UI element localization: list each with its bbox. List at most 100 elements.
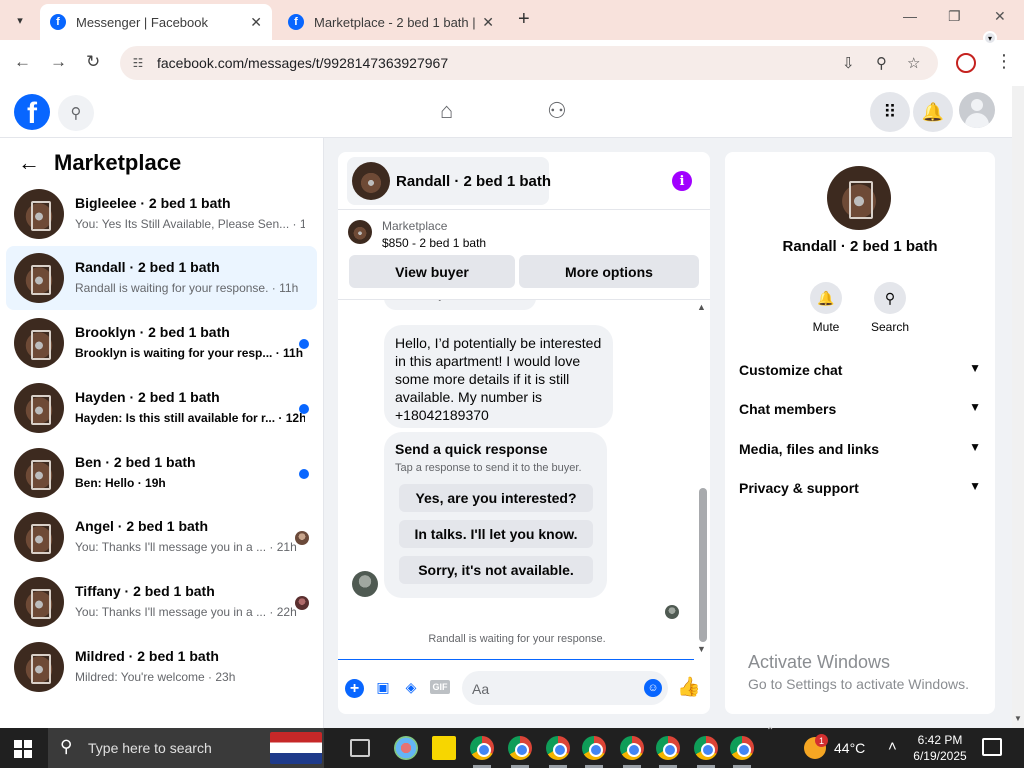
sticker-icon[interactable]: ◈ [401, 677, 421, 697]
back-arrow-icon[interactable]: ← [18, 150, 40, 176]
reload-icon[interactable]: ↻ [86, 52, 100, 72]
quick-response-option[interactable]: Yes, are you interested? [399, 484, 593, 512]
back-arrow-icon[interactable]: ← [14, 52, 31, 72]
taskbar-search-box[interactable]: ⚲ Type here to search [48, 728, 324, 768]
emoji-icon[interactable]: ☺ [644, 679, 662, 697]
thumbs-up-icon[interactable]: 👍 [677, 677, 701, 698]
conversation-item[interactable]: Angel · 2 bed 1 bath You: Thanks I'll me… [6, 505, 317, 569]
chrome-icon[interactable] [582, 736, 606, 760]
listing-price-title[interactable]: $850 - 2 bed 1 bath [382, 236, 486, 250]
mute-action[interactable]: 🔔 Mute [796, 282, 856, 334]
notifications-icon[interactable]: 🔔 [913, 92, 953, 132]
site-settings-icon[interactable]: ☷ [128, 53, 148, 73]
close-tab-icon[interactable]: ✕ [250, 14, 262, 31]
conversation-name: Mildred · 2 bed 1 bath [75, 648, 219, 664]
search-icon[interactable]: ⚲ [874, 282, 906, 314]
conversation-item[interactable]: Brooklyn · 2 bed 1 bath Brooklyn is wait… [6, 311, 317, 375]
url-text[interactable]: facebook.com/messages/t/9928147363927967 [157, 55, 448, 71]
page-scrollbar[interactable]: ▼ [1012, 86, 1024, 728]
tab-search-chevron-icon[interactable]: ▾ [8, 8, 32, 32]
scrollbar-thumb[interactable] [699, 488, 707, 642]
quick-response-option[interactable]: Sorry, it's not available. [399, 556, 593, 584]
sender-avatar [352, 571, 378, 597]
tab-marketplace[interactable]: f Marketplace - 2 bed 1 bath | Fa ✕ [278, 4, 504, 40]
conversation-item-selected[interactable]: Randall · 2 bed 1 bath Randall is waitin… [6, 246, 317, 310]
conversation-item[interactable]: Bigleelee · 2 bed 1 bath You: Yes Its St… [6, 182, 317, 246]
taskbar-scroll-up-icon[interactable]: ⌃ [766, 726, 774, 737]
customize-chat-section[interactable]: Customize chat ▼ [739, 361, 981, 382]
task-view-icon[interactable] [350, 739, 370, 757]
plus-icon[interactable]: + [345, 679, 364, 698]
minimize-button[interactable]: — [903, 8, 917, 24]
scroll-down-arrow-icon[interactable]: ▼ [1014, 714, 1022, 723]
scroll-down-arrow-icon[interactable]: ▼ [697, 644, 706, 654]
tab-messenger[interactable]: f Messenger | Facebook ✕ [40, 4, 272, 40]
quick-response-option[interactable]: In talks. I'll let you know. [399, 520, 593, 548]
account-chevron-icon[interactable]: ▾ [983, 31, 997, 45]
listing-thumbnail [14, 189, 64, 239]
conversation-item[interactable]: Mildred · 2 bed 1 bath Mildred: You're w… [6, 635, 317, 699]
scroll-up-arrow-icon[interactable]: ▲ [697, 302, 706, 312]
conversation-item[interactable]: Tiffany · 2 bed 1 bath You: Thanks I'll … [6, 570, 317, 634]
search-icon[interactable]: ⚲ [58, 95, 94, 131]
gif-icon[interactable]: GIF [430, 680, 450, 694]
weather-icon[interactable]: 1 [804, 734, 828, 759]
chrome-icon[interactable] [470, 736, 494, 760]
conversation-item[interactable]: Hayden · 2 bed 1 bath Hayden: Is this st… [6, 376, 317, 440]
browser-menu-icon[interactable]: ⋮ [995, 51, 1013, 72]
new-tab-button[interactable]: + [518, 8, 530, 31]
more-options-button[interactable]: More options [519, 255, 699, 288]
bookmark-star-icon[interactable]: ☆ [907, 54, 920, 72]
chat-scrollbar[interactable]: ▲ ▼ [694, 300, 710, 656]
seen-avatar-icon [295, 596, 309, 610]
sidebar-title: Marketplace [54, 150, 182, 175]
chrome-icon[interactable] [620, 736, 644, 760]
photo-icon[interactable]: ▣ [373, 677, 393, 697]
message-input[interactable]: Aa ☺ [462, 671, 668, 705]
chrome-icon[interactable] [694, 736, 718, 760]
close-tab-icon[interactable]: ✕ [482, 14, 494, 31]
notification-center-icon[interactable] [982, 738, 1002, 756]
conversation-item[interactable]: Ben · 2 bed 1 bath Ben: Hello · 19h [6, 441, 317, 505]
view-buyer-button[interactable]: View buyer [349, 255, 515, 288]
chat-avatar [352, 162, 390, 200]
privacy-support-section[interactable]: Privacy & support ▼ [739, 479, 981, 500]
chrome-icon[interactable] [730, 736, 754, 760]
forward-arrow-icon[interactable]: → [50, 52, 67, 72]
facebook-favicon-icon: f [50, 14, 66, 30]
address-bar[interactable]: ☷ facebook.com/messages/t/99281473639279… [120, 46, 938, 80]
listing-avatar [827, 166, 891, 230]
install-app-icon[interactable]: ⇩ [842, 54, 855, 72]
info-name: Randall · 2 bed 1 bath [782, 238, 938, 255]
chrome-icon[interactable] [508, 736, 532, 760]
search-action[interactable]: ⚲ Search [860, 282, 920, 334]
chrome-icon[interactable] [656, 736, 680, 760]
friends-icon[interactable]: ⚇ [547, 98, 567, 124]
tray-chevron-icon[interactable]: ˄ [888, 738, 897, 755]
chat-title-button[interactable]: Randall · 2 bed 1 bath [347, 157, 552, 205]
home-icon[interactable]: ⌂ [440, 98, 453, 124]
message-list[interactable]: Buyer details Hello, I’d potentially be … [338, 300, 710, 660]
chrome-icon[interactable] [546, 736, 570, 760]
zoom-icon[interactable]: ⚲ [876, 54, 887, 72]
bell-icon[interactable]: 🔔 [810, 282, 842, 314]
windows-start-icon[interactable] [14, 740, 32, 758]
menu-grid-icon[interactable]: ⠿ [870, 92, 910, 132]
maximize-button[interactable]: ❐ [948, 8, 961, 25]
account-avatar[interactable] [959, 92, 995, 128]
system-clock[interactable]: 6:42 PM 6/19/2025 [910, 732, 970, 764]
chat-members-section[interactable]: Chat members ▼ [739, 400, 981, 421]
temperature[interactable]: 44°C [834, 740, 865, 756]
listing-thumbnail [14, 512, 64, 562]
facebook-logo-icon[interactable]: f [14, 94, 50, 130]
paint-app-icon[interactable] [394, 736, 418, 760]
profile-icon[interactable] [956, 53, 976, 73]
conversation-name: Brooklyn · 2 bed 1 bath [75, 324, 230, 340]
media-files-links-section[interactable]: Media, files and links ▼ [739, 440, 981, 461]
info-icon[interactable]: i [672, 171, 692, 191]
chat-name: Randall · 2 bed 1 bath [396, 173, 552, 190]
listing-thumbnail [14, 318, 64, 368]
search-highlight-image[interactable] [270, 732, 322, 764]
close-window-button[interactable]: ✕ [994, 8, 1006, 25]
sticky-notes-icon[interactable] [432, 736, 456, 760]
